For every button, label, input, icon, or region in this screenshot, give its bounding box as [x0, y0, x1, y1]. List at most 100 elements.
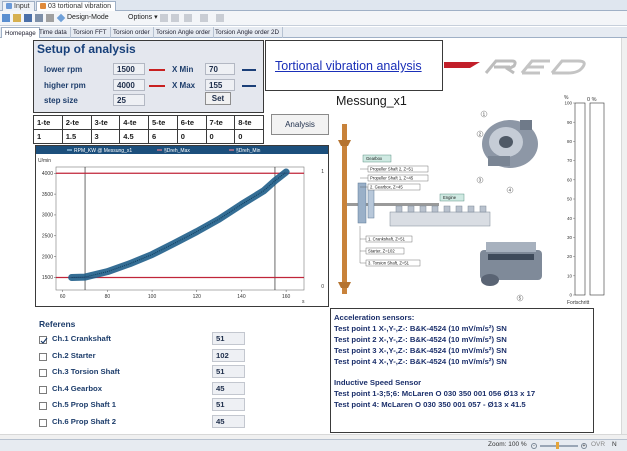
channel-label: Ch.2 Starter — [52, 350, 96, 360]
order-header: 1-te — [33, 115, 63, 130]
accel-line: Test point 3 X-,Y-,Z-: B&K-4524 (10 mV/m… — [334, 346, 507, 355]
zoom-out-icon[interactable]: - — [531, 443, 537, 449]
order-value[interactable]: 1 — [33, 129, 63, 144]
zoom-slider-thumb[interactable] — [556, 442, 559, 449]
open-icon[interactable] — [13, 14, 21, 22]
channel-value[interactable]: 51 — [212, 365, 245, 378]
channel-checkbox[interactable] — [39, 402, 47, 410]
order-value[interactable]: 0 — [234, 129, 264, 144]
channel-value[interactable]: 51 — [212, 398, 245, 411]
order-value[interactable]: 4.5 — [119, 129, 149, 144]
channel-checkbox[interactable] — [39, 336, 48, 344]
redo-icon[interactable] — [171, 14, 179, 22]
channel-value[interactable]: 45 — [212, 414, 245, 428]
channel-checkbox[interactable] — [39, 352, 47, 361]
tab-torsion-angle-order[interactable]: Torsion Angle order — [153, 27, 215, 38]
tab-homepage[interactable]: Homepage — [1, 27, 40, 38]
xmin-input[interactable]: 70 — [205, 63, 235, 75]
vertical-scrollbar[interactable] — [621, 38, 627, 434]
gauge-tick-label: 60 — [567, 177, 573, 182]
channel-checkbox[interactable] — [39, 385, 47, 394]
tab-torsion-fft[interactable]: Torsion FFT — [70, 27, 111, 38]
right-tick-label: 0 — [321, 284, 324, 290]
zoom-slider[interactable] — [540, 445, 578, 447]
speed-sensor-line: Test point 1-3;5;6: McLaren O 030 350 00… — [334, 389, 536, 398]
sensor-info-panel: Acceleration sensors: Test point 1 X-,Y-… — [330, 308, 594, 433]
brand-logo — [444, 40, 599, 91]
print-icon[interactable] — [35, 14, 43, 22]
accel-line: Test point 1 X-,Y-,Z-: B&K-4524 (10 mV/m… — [334, 324, 507, 333]
tab-torsion-angle-order-2d[interactable]: Torsion Angle order 2D — [212, 27, 284, 38]
right-tick-label: 1 — [321, 169, 324, 175]
options-label: Options — [128, 14, 153, 21]
diagram-label-torsion-shaft: 3. Torsion Shaft, Z=51 — [368, 261, 410, 266]
propeller-hub-bottom — [338, 282, 351, 288]
diagram-label-crankshaft: 1. Crankshaft, Z=51 — [368, 237, 406, 242]
order-header: 4-te — [119, 115, 149, 130]
order-value[interactable]: 0 — [176, 129, 207, 144]
gauge-value-label: 0 % — [587, 97, 597, 103]
channel-value[interactable]: 45 — [212, 381, 245, 395]
lower-rpm-label: lower rpm — [44, 65, 83, 74]
title-link[interactable]: Tortional vibration analysis — [275, 59, 422, 73]
engine-render — [480, 242, 542, 286]
diagram-label-prop-shaft-2: Propeller Shaft 2, Z=51 — [370, 167, 414, 172]
window-tab-label: 03 tortional vibration — [48, 3, 112, 10]
window-tab-bar: Input 03 tortional vibration — [0, 0, 627, 11]
design-mode-button[interactable]: Design-Mode — [67, 13, 109, 23]
accel-line: Test point 2 X-,Y-,Z-: B&K-4524 (10 mV/m… — [334, 335, 507, 344]
order-value[interactable]: 3 — [90, 129, 121, 144]
x-tick-label: 80 — [105, 294, 111, 300]
tab-torsion-order[interactable]: Torsion order — [110, 27, 154, 38]
order-header: 6-te — [176, 115, 207, 130]
x-tick-label: 100 — [148, 294, 157, 300]
gauge-footer: Fortschritt — [567, 300, 590, 306]
lower-rpm-input[interactable]: 1500 — [113, 63, 145, 75]
tab-time-data[interactable]: Time data — [36, 27, 71, 38]
gearbox-render — [482, 120, 538, 168]
diagram-label-prop-shaft-1: Propeller Shaft 1, Z=45 — [370, 176, 414, 181]
save-icon[interactable] — [24, 14, 32, 22]
analysis-button[interactable]: Analysis — [271, 114, 329, 135]
legend-entry: §Dreh_Max — [164, 148, 190, 154]
setup-title: Setup of analysis — [37, 42, 136, 56]
higher-rpm-marker — [149, 85, 165, 87]
diagram-title: Messung_x1 — [336, 94, 407, 108]
undo-icon[interactable] — [160, 14, 168, 22]
speed-sensor-title: Inductive Speed Sensor — [334, 378, 422, 387]
gauge-tick-label: 0 — [569, 293, 572, 298]
channel-value[interactable]: 51 — [212, 332, 245, 345]
channel-checkbox[interactable] — [39, 369, 47, 377]
xmax-input[interactable]: 155 — [205, 79, 235, 91]
gauge-tick-label: 50 — [567, 197, 573, 202]
set-button[interactable]: Set — [205, 92, 231, 105]
zoom-in-icon[interactable]: + — [581, 443, 587, 449]
paste-icon[interactable] — [216, 14, 224, 22]
window-tab-input[interactable]: Input — [2, 1, 35, 11]
order-value[interactable]: 6 — [148, 129, 178, 144]
y-tick-label: 3000 — [42, 213, 53, 219]
status-bar: Zoom: 100 % - + OVR N — [0, 439, 627, 451]
window-tab-tortional[interactable]: 03 tortional vibration — [36, 1, 117, 11]
gauge-tick-label: 100 — [564, 101, 572, 106]
order-value[interactable]: 1.5 — [61, 129, 92, 144]
page-icon[interactable] — [184, 14, 192, 22]
channel-checkbox[interactable] — [39, 418, 47, 427]
engine-cylinders — [395, 205, 487, 213]
new-icon[interactable] — [2, 14, 10, 22]
gauge-tick-label: 80 — [567, 139, 573, 144]
higher-rpm-input[interactable]: 4000 — [113, 79, 145, 91]
order-table: 1-te 2-te 3-te 4-te 5-te 6-te 7-te 8-te … — [33, 115, 264, 144]
propeller-hub-top — [338, 140, 351, 146]
order-value[interactable]: 0 — [205, 129, 236, 144]
accel-line: Test point 4 X-,Y-,Z-: B&K-4524 (10 mV/m… — [334, 357, 507, 366]
channel-value[interactable]: 102 — [212, 348, 245, 362]
step-size-input[interactable]: 25 — [113, 94, 145, 106]
y-tick-label: 1500 — [42, 275, 53, 281]
options-menu[interactable]: Options ▾ — [128, 13, 158, 23]
copy-icon[interactable] — [200, 14, 208, 22]
legend-entry: §Dreh_Min — [236, 148, 261, 154]
acceleration-title: Acceleration sensors: — [334, 313, 415, 322]
preview-icon[interactable] — [46, 14, 54, 22]
num-indicator: N — [612, 441, 617, 448]
